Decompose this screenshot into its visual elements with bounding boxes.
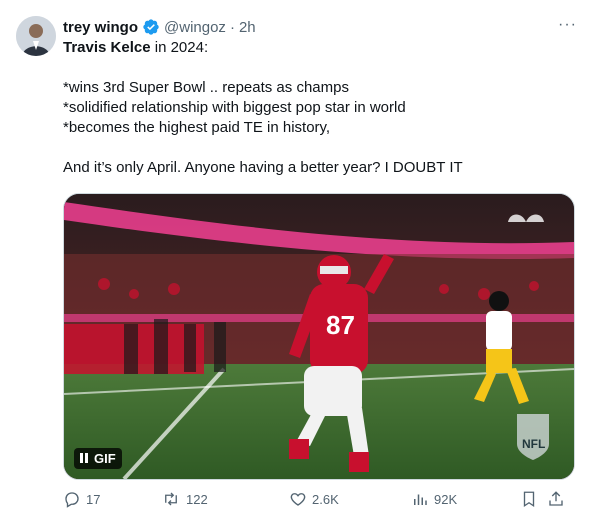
tweet-header: trey wingo @wingoz · 2h — [63, 16, 575, 38]
view-count: 92K — [434, 491, 458, 507]
nfl-logo: NFL — [522, 437, 545, 451]
tweet-line-text: in 2024: — [150, 39, 209, 56]
retweet-count: 122 — [186, 491, 208, 507]
player-number: 87 — [326, 310, 355, 340]
tweet-line: *solidified relationship with biggest po… — [63, 99, 406, 116]
bookmark-button[interactable] — [521, 490, 547, 508]
gif-badge[interactable]: GIF — [74, 448, 122, 469]
author-handle[interactable]: @wingoz — [164, 19, 226, 36]
tweet-text: Travis Kelce in 2024: *wins 3rd Super Bo… — [63, 38, 575, 178]
pause-icon — [80, 451, 88, 466]
retweet-button[interactable]: 122 — [161, 490, 289, 508]
reply-count: 17 — [86, 491, 101, 507]
tweet-line: *wins 3rd Super Bowl .. repeats as champ… — [63, 79, 349, 96]
timestamp[interactable]: 2h — [239, 19, 256, 36]
tweet-line: And it’s only April. Anyone having a bet… — [63, 159, 463, 176]
like-count: 2.6K — [312, 491, 339, 507]
retweet-icon — [161, 490, 181, 508]
author-name[interactable]: trey wingo — [63, 19, 138, 36]
tweet-line: Travis Kelce in 2024: — [63, 38, 575, 58]
bookmark-icon — [521, 490, 537, 508]
like-button[interactable]: 2.6K — [289, 490, 411, 508]
share-icon — [547, 490, 565, 508]
reply-icon — [63, 490, 81, 508]
verified-badge-icon — [142, 18, 160, 36]
gif-media[interactable]: 87 NFL GIF — [63, 193, 575, 480]
views-chart-icon — [411, 490, 429, 508]
share-button[interactable] — [547, 490, 569, 508]
gif-label: GIF — [94, 451, 116, 466]
more-options-icon[interactable]: ··· — [558, 16, 577, 34]
separator-dot: · — [229, 18, 235, 36]
mention-travis-kelce: Travis Kelce — [63, 39, 151, 56]
heart-icon — [289, 490, 307, 508]
views-button[interactable]: 92K — [411, 490, 521, 508]
gif-frame: 87 NFL — [64, 194, 574, 479]
reply-button[interactable]: 17 — [63, 490, 161, 508]
avatar[interactable] — [16, 16, 56, 56]
tweet-actions: 17 122 2.6K 92K — [63, 488, 573, 510]
tweet-line: *becomes the highest paid TE in history, — [63, 119, 331, 136]
